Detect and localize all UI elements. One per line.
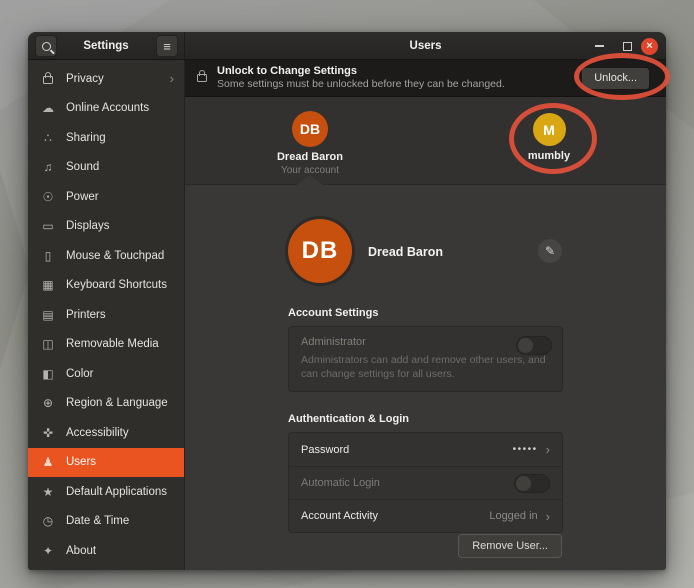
pencil-icon: ✎	[545, 244, 555, 258]
sidebar-item-users[interactable]: ♟ Users	[28, 448, 184, 478]
administrator-label: Administrator	[301, 336, 550, 348]
sidebar-item-printers[interactable]: ▤ Printers	[28, 300, 184, 330]
power-icon: ☉	[40, 190, 56, 204]
keyboard-icon: ▦	[40, 278, 56, 292]
unlock-button[interactable]: Unlock...	[581, 67, 650, 90]
lock-icon	[40, 71, 56, 87]
mouse-icon: ▯	[40, 249, 56, 263]
remove-user-button[interactable]: Remove User...	[458, 534, 562, 558]
sidebar-item-sound[interactable]: ♫ Sound	[28, 153, 184, 183]
sidebar-item-displays[interactable]: ▭ Displays	[28, 212, 184, 242]
automatic-login-toggle[interactable]	[514, 474, 550, 493]
automatic-login-row[interactable]: Automatic Login	[289, 466, 562, 499]
minimize-button[interactable]	[595, 32, 604, 60]
user-name: Dread Baron	[255, 151, 365, 163]
administrator-description: Administrators can add and remove other …	[301, 354, 546, 381]
sidebar-item-online-accounts[interactable]: ☁ Online Accounts	[28, 94, 184, 124]
profile-name: Dread Baron	[368, 245, 443, 259]
settings-window: Settings ≡ Users × Privacy ›	[28, 32, 666, 570]
maximize-icon	[623, 42, 632, 51]
sidebar-item-date-time[interactable]: ◷ Date & Time	[28, 507, 184, 537]
display-icon: ▭	[40, 219, 56, 233]
unlock-title: Unlock to Change Settings	[217, 65, 581, 79]
chevron-right-icon: ›	[170, 71, 174, 86]
sidebar-item-power[interactable]: ☉ Power	[28, 182, 184, 212]
automatic-login-label: Automatic Login	[301, 477, 514, 489]
carousel-user-mumbly[interactable]: M mumbly	[494, 97, 604, 162]
sidebar: Privacy › ☁ Online Accounts ∴ Sharing ♫ …	[28, 60, 185, 570]
chevron-right-icon: ›	[546, 442, 550, 457]
sidebar-item-about[interactable]: ✦ About	[28, 536, 184, 566]
user-name: mumbly	[494, 150, 604, 162]
sidebar-item-default-applications[interactable]: ★ Default Applications	[28, 477, 184, 507]
menu-button[interactable]: ≡	[156, 35, 178, 57]
accessibility-icon: ✜	[40, 426, 56, 440]
user-icon: ♟	[40, 455, 56, 469]
chevron-right-icon: ›	[546, 509, 550, 524]
profile-row: DB Dread Baron ✎	[288, 219, 563, 283]
edit-name-button[interactable]: ✎	[537, 238, 563, 264]
sidebar-item-mouse-touchpad[interactable]: ▯ Mouse & Touchpad	[28, 241, 184, 271]
minimize-icon	[595, 45, 604, 47]
users-panel: Unlock to Change Settings Some settings …	[185, 60, 666, 570]
selected-user-pointer	[297, 175, 323, 185]
authentication-heading: Authentication & Login	[288, 413, 563, 425]
globe-icon: ⊕	[40, 396, 56, 410]
sidebar-header: Settings ≡	[28, 32, 185, 59]
unlock-text: Unlock to Change Settings Some settings …	[217, 65, 581, 92]
hamburger-icon: ≡	[163, 40, 171, 53]
close-icon: ×	[641, 38, 658, 55]
sidebar-item-sharing[interactable]: ∴ Sharing	[28, 123, 184, 153]
about-icon: ✦	[40, 544, 56, 558]
lock-icon	[197, 69, 207, 87]
share-icon: ∴	[40, 131, 56, 145]
unlock-subtitle: Some settings must be unlocked before th…	[217, 78, 581, 91]
sidebar-item-accessibility[interactable]: ✜ Accessibility	[28, 418, 184, 448]
sidebar-item-removable-media[interactable]: ◫ Removable Media	[28, 330, 184, 360]
password-value: •••••	[513, 444, 538, 455]
clock-icon: ◷	[40, 514, 56, 528]
account-activity-row[interactable]: Account Activity Logged in ›	[289, 499, 562, 532]
user-detail-panel: DB Dread Baron ✎ Account Settings Admini…	[185, 185, 666, 570]
unlock-banner: Unlock to Change Settings Some settings …	[185, 60, 666, 97]
wallpaper-facet	[0, 170, 30, 370]
content-header: Users ×	[185, 32, 666, 59]
sidebar-item-privacy[interactable]: Privacy ›	[28, 64, 184, 94]
carousel-user-dread-baron[interactable]: DB Dread Baron Your account	[255, 97, 365, 176]
star-icon: ★	[40, 485, 56, 499]
user-carousel: DB Dread Baron Your account M mumbly	[185, 97, 666, 185]
account-settings-heading: Account Settings	[288, 307, 563, 319]
sidebar-item-region-language[interactable]: ⊕ Region & Language	[28, 389, 184, 419]
close-button[interactable]: ×	[641, 32, 658, 60]
administrator-toggle[interactable]	[516, 336, 552, 355]
sidebar-item-color[interactable]: ◧ Color	[28, 359, 184, 389]
cloud-icon: ☁	[40, 101, 56, 115]
avatar: DB	[292, 111, 328, 147]
password-label: Password	[301, 444, 513, 456]
account-activity-label: Account Activity	[301, 510, 489, 522]
account-activity-value: Logged in	[489, 510, 537, 522]
authentication-card: Password ••••• › Automatic Login Account…	[288, 432, 563, 533]
account-settings-card: Administrator Administrators can add and…	[288, 326, 563, 392]
color-icon: ◧	[40, 367, 56, 381]
media-icon: ◫	[40, 337, 56, 351]
avatar: M	[533, 113, 566, 146]
password-row[interactable]: Password ••••• ›	[289, 433, 562, 466]
panel-title: Users	[185, 32, 666, 60]
avatar: DB	[288, 219, 352, 283]
titlebar: Settings ≡ Users ×	[28, 32, 666, 60]
sidebar-item-keyboard-shortcuts[interactable]: ▦ Keyboard Shortcuts	[28, 271, 184, 301]
administrator-row: Administrator Administrators can add and…	[289, 327, 562, 391]
printer-icon: ▤	[40, 308, 56, 322]
maximize-button[interactable]	[623, 32, 632, 60]
speaker-icon: ♫	[40, 160, 56, 174]
